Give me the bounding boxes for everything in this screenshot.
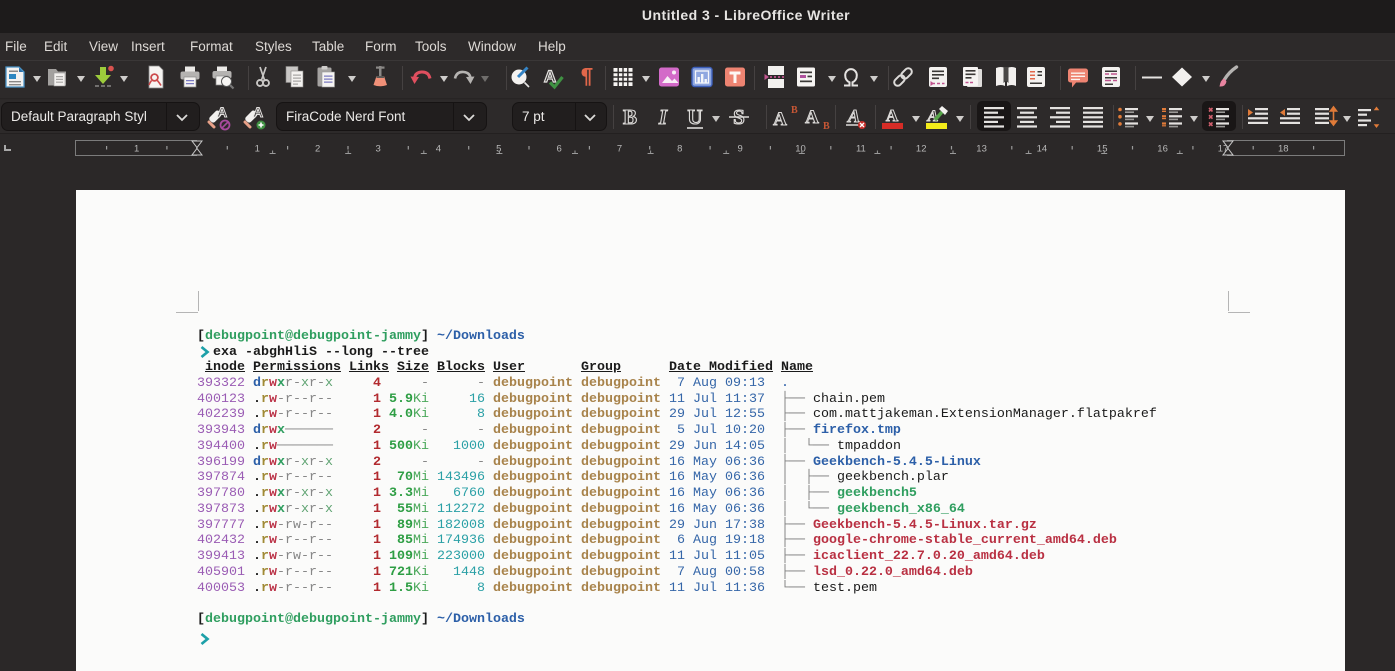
svg-text:A: A	[847, 106, 860, 126]
svg-text:A: A	[886, 106, 899, 125]
svg-text:10: 10	[795, 144, 806, 155]
svg-text:4: 4	[436, 144, 441, 155]
svg-text:9: 9	[737, 144, 742, 155]
svg-text:8: 8	[677, 144, 682, 155]
svg-text:A: A	[773, 109, 787, 130]
svg-text:B: B	[791, 105, 798, 116]
svg-text:2: 2	[315, 144, 320, 155]
svg-text:12: 12	[916, 144, 927, 155]
svg-text:1: 1	[134, 144, 139, 155]
svg-text:16: 16	[1157, 144, 1168, 155]
svg-text:14: 14	[1037, 144, 1048, 155]
svg-text:5: 5	[496, 144, 501, 155]
svg-text:15: 15	[1097, 144, 1108, 155]
svg-text:A: A	[253, 104, 263, 120]
svg-text:B: B	[823, 121, 830, 132]
svg-text:6: 6	[556, 144, 561, 155]
svg-text:B: B	[623, 105, 637, 129]
svg-text:A: A	[217, 104, 227, 120]
svg-text:18: 18	[1278, 144, 1289, 155]
svg-text:13: 13	[976, 144, 987, 155]
svg-text:1: 1	[255, 144, 260, 155]
svg-text:11: 11	[856, 144, 866, 155]
svg-text:U: U	[687, 105, 702, 129]
svg-text:A: A	[805, 107, 819, 128]
svg-text:3: 3	[375, 144, 380, 155]
svg-text:I: I	[658, 105, 668, 129]
svg-text:7: 7	[617, 144, 622, 155]
